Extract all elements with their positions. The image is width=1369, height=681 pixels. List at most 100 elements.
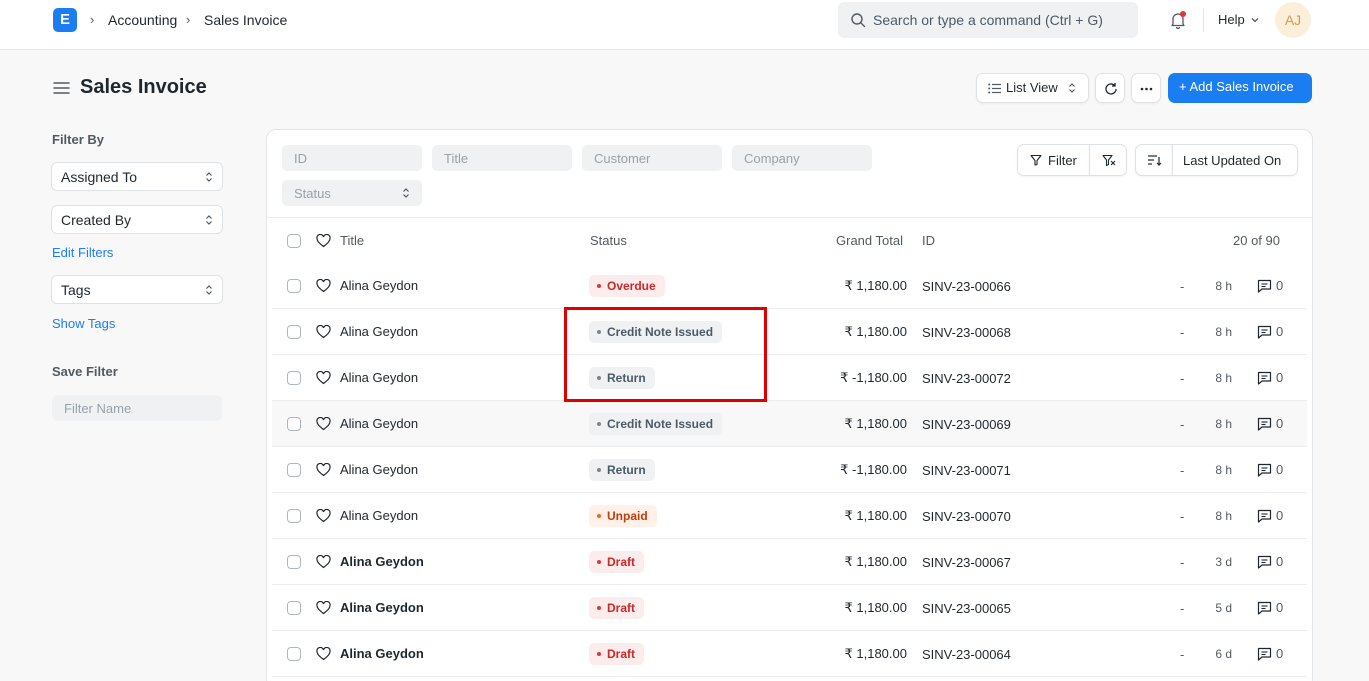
row-title[interactable]: Alina Geydon <box>340 324 418 339</box>
status-badge[interactable]: Credit Note Issued <box>589 413 723 435</box>
status-filter-select[interactable]: Status <box>282 180 422 206</box>
status-badge[interactable]: Draft <box>589 597 645 619</box>
filter-clear-icon <box>1102 154 1116 167</box>
row-grand-total: ₹ -1,180.00 <box>840 462 907 477</box>
list-view-button[interactable]: List View <box>976 73 1089 103</box>
status-badge[interactable]: Overdue <box>589 275 665 297</box>
row-grand-total: ₹ -1,180.00 <box>840 370 907 385</box>
table-row[interactable]: Alina Geydon Return ₹ -1,180.00 SINV-23-… <box>272 447 1307 493</box>
tags-label: Tags <box>61 282 91 298</box>
company-filter-placeholder: Company <box>744 151 800 166</box>
table-row[interactable]: Alina Geydon Return ₹ -1,180.00 SINV-23-… <box>272 355 1307 401</box>
breadcrumb-sales-invoice[interactable]: Sales Invoice <box>204 12 287 28</box>
row-title[interactable]: Alina Geydon <box>340 508 418 523</box>
created-by-label: Created By <box>61 212 132 228</box>
breadcrumb-accounting[interactable]: Accounting <box>108 12 177 28</box>
row-dash: - <box>1180 463 1185 478</box>
company-filter-input[interactable]: Company <box>732 145 872 171</box>
divider <box>1203 8 1204 32</box>
sort-icon <box>1148 155 1162 166</box>
row-checkbox[interactable] <box>287 509 301 523</box>
refresh-button[interactable] <box>1095 73 1125 103</box>
row-title[interactable]: Alina Geydon <box>340 416 418 431</box>
status-label: Draft <box>607 647 636 661</box>
sort-by-button[interactable]: Last Updated On <box>1172 144 1298 176</box>
row-checkbox[interactable] <box>287 371 301 385</box>
more-icon <box>1140 87 1153 91</box>
status-label: Unpaid <box>607 509 648 523</box>
row-comment-count: 0 <box>1276 554 1284 569</box>
filter-icon <box>1030 154 1042 166</box>
row-dash: - <box>1180 371 1185 386</box>
column-id[interactable]: ID <box>922 233 935 248</box>
show-tags-link[interactable]: Show Tags <box>52 316 115 331</box>
customer-filter-input[interactable]: Customer <box>582 145 722 171</box>
heart-icon[interactable] <box>316 463 331 477</box>
table-row[interactable]: Alina Geydon Credit Note Issued ₹ 1,180.… <box>272 309 1307 355</box>
chevron-right-icon: › <box>186 12 191 27</box>
row-title[interactable]: Alina Geydon <box>340 646 424 661</box>
row-checkbox[interactable] <box>287 463 301 477</box>
status-badge[interactable]: Draft <box>589 643 645 665</box>
heart-icon[interactable] <box>316 647 331 661</box>
heart-icon[interactable] <box>316 279 331 293</box>
customer-filter-placeholder: Customer <box>594 151 651 166</box>
select-all-checkbox[interactable] <box>287 234 301 248</box>
hamburger-icon[interactable] <box>53 80 70 96</box>
row-checkbox[interactable] <box>287 279 301 293</box>
add-sales-invoice-button[interactable]: + Add Sales Invoice <box>1168 73 1312 103</box>
row-modified-time: 8 h <box>1215 325 1232 339</box>
row-checkbox[interactable] <box>287 555 301 569</box>
row-modified-time: 8 h <box>1215 417 1232 431</box>
table-row[interactable]: Alina Geydon Credit Note Issued ₹ 1,180.… <box>272 401 1307 447</box>
status-badge[interactable]: Draft <box>589 551 645 573</box>
table-row[interactable]: Alina Geydon Overdue ₹ 1,180.00 SINV-23-… <box>272 263 1307 309</box>
row-checkbox[interactable] <box>287 601 301 615</box>
row-title[interactable]: Alina Geydon <box>340 278 418 293</box>
row-checkbox[interactable] <box>287 647 301 661</box>
row-title[interactable]: Alina Geydon <box>340 462 418 477</box>
clear-filter-button[interactable] <box>1089 144 1127 176</box>
heart-icon[interactable] <box>316 325 331 339</box>
status-badge[interactable]: Return <box>589 459 655 481</box>
column-title[interactable]: Title <box>340 233 364 248</box>
table-row[interactable]: Alina Geydon Draft ₹ 1,180.00 SINV-23-00… <box>272 539 1307 585</box>
filter-name-input[interactable]: Filter Name <box>52 395 222 421</box>
app-logo[interactable]: E <box>53 8 77 32</box>
more-actions-button[interactable] <box>1131 73 1161 103</box>
row-id: SINV-23-00064 <box>922 647 1011 662</box>
tags-select[interactable]: Tags <box>51 275 223 304</box>
table-row[interactable]: Alina Geydon Draft ₹ 1,180.00 SINV-23-00… <box>272 631 1307 677</box>
add-button-label: + Add Sales Invoice <box>1179 79 1294 94</box>
row-grand-total: ₹ 1,180.00 <box>844 646 908 661</box>
divider <box>267 217 1312 218</box>
heart-icon[interactable] <box>316 601 331 615</box>
column-grand-total[interactable]: Grand Total <box>836 233 903 248</box>
updown-icon <box>206 285 212 295</box>
filter-button-label: Filter <box>1048 153 1077 168</box>
row-title[interactable]: Alina Geydon <box>340 370 418 385</box>
heart-icon[interactable] <box>316 234 331 248</box>
sort-direction-button[interactable] <box>1135 144 1173 176</box>
id-filter-input[interactable]: ID <box>282 145 422 171</box>
status-badge[interactable]: Unpaid <box>589 505 657 527</box>
edit-filters-link[interactable]: Edit Filters <box>52 245 113 260</box>
search-input[interactable]: Search or type a command (Ctrl + G) <box>838 2 1138 38</box>
heart-icon[interactable] <box>316 417 331 431</box>
row-checkbox[interactable] <box>287 325 301 339</box>
table-row[interactable]: Alina Geydon Unpaid ₹ 1,180.00 SINV-23-0… <box>272 493 1307 539</box>
heart-icon[interactable] <box>316 371 331 385</box>
row-checkbox[interactable] <box>287 417 301 431</box>
heart-icon[interactable] <box>316 509 331 523</box>
avatar[interactable]: AJ <box>1275 2 1311 38</box>
title-filter-input[interactable]: Title <box>432 145 572 171</box>
table-row[interactable]: Alina Geydon Draft ₹ 1,180.00 SINV-23-00… <box>272 585 1307 631</box>
row-title[interactable]: Alina Geydon <box>340 600 424 615</box>
assigned-to-select[interactable]: Assigned To <box>51 162 223 191</box>
filter-button[interactable]: Filter <box>1017 144 1090 176</box>
heart-icon[interactable] <box>316 555 331 569</box>
help-menu[interactable]: Help <box>1218 12 1245 27</box>
column-status[interactable]: Status <box>590 233 627 248</box>
created-by-select[interactable]: Created By <box>51 205 223 234</box>
row-title[interactable]: Alina Geydon <box>340 554 424 569</box>
